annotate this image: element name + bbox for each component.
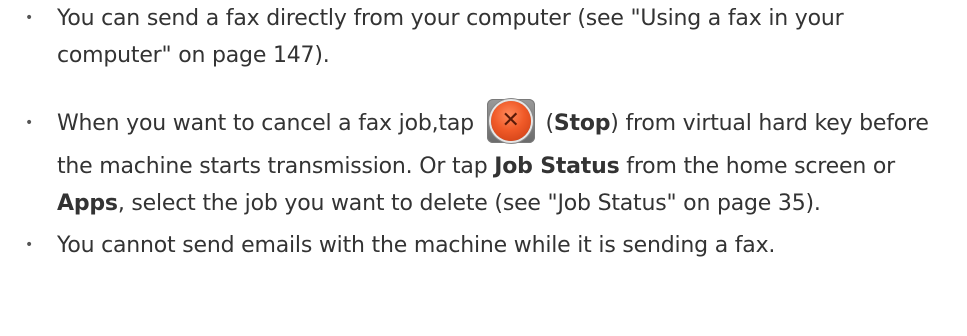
job-status-label: Job Status xyxy=(494,154,620,179)
bullet-text: You can send a fax directly from your co… xyxy=(57,6,844,68)
bullet-text: You cannot send emails with the machine … xyxy=(57,233,776,258)
stop-icon: ✕ xyxy=(486,99,535,143)
list-item: • You cannot send emails with the machin… xyxy=(0,227,967,264)
bullet-text-start: When you want to cancel a fax job,tap xyxy=(57,111,474,136)
bullet-list: • You can send a fax directly from your … xyxy=(0,0,967,264)
document-page: • You can send a fax directly from your … xyxy=(0,0,967,336)
apps-label: Apps xyxy=(57,191,118,216)
paren-open: ( xyxy=(538,111,554,136)
stop-label: Stop xyxy=(553,111,611,136)
list-item: • When you want to cancel a fax job,tap … xyxy=(0,99,967,222)
list-item: • You can send a fax directly from your … xyxy=(0,0,967,74)
bullet-text-middle-2: from the home screen or xyxy=(619,154,895,179)
stop-button-ring: ✕ xyxy=(490,101,531,141)
bullet-marker: • xyxy=(25,237,34,253)
bullet-marker: • xyxy=(25,115,34,131)
close-icon: ✕ xyxy=(501,108,520,133)
bullet-marker: • xyxy=(25,10,34,26)
bullet-text-end: , select the job you want to delete (see… xyxy=(117,191,821,216)
